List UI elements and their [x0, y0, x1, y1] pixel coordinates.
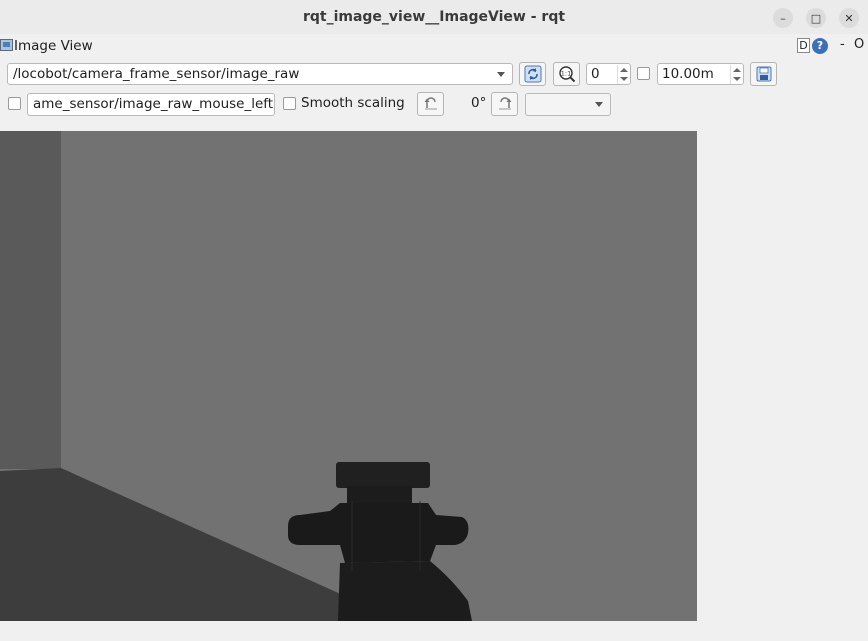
max-value-spin-arrows[interactable]: [730, 65, 742, 84]
refresh-icon: [524, 65, 541, 83]
mouse-publish-checkbox[interactable]: [8, 97, 21, 110]
minimize-plugin-button[interactable]: -: [840, 37, 845, 52]
plugin-title: Image View: [14, 38, 93, 54]
window-titlebar: rqt_image_view__ImageView - rqt – □ ✕: [0, 0, 868, 34]
spin-up-icon[interactable]: [620, 68, 628, 72]
rotate-left-button[interactable]: [417, 92, 444, 116]
spin-arrows[interactable]: [617, 65, 629, 84]
max-value: 10.00m: [662, 66, 714, 82]
spin-value: 0: [591, 66, 600, 82]
mouse-topic-input[interactable]: ame_sensor/image_raw_mouse_left: [27, 93, 275, 116]
svg-text:1:1: 1:1: [560, 70, 570, 78]
smooth-scaling-label: Smooth scaling: [301, 95, 405, 111]
rotate-right-button[interactable]: [491, 92, 518, 116]
dock-button[interactable]: D: [797, 38, 810, 53]
close-icon[interactable]: ✕: [839, 8, 859, 28]
chevron-down-icon: [497, 72, 505, 77]
minimize-icon[interactable]: –: [773, 8, 793, 28]
rotate-left-icon: [424, 97, 437, 110]
window-title: rqt_image_view__ImageView - rqt: [302, 9, 566, 25]
mouse-topic-value: ame_sensor/image_raw_mouse_left: [33, 96, 274, 112]
spin-value-input[interactable]: 0: [586, 63, 631, 85]
rotate-right-icon: [498, 97, 511, 110]
max-range-checkbox[interactable]: [637, 67, 650, 80]
maximize-icon[interactable]: □: [806, 8, 826, 28]
spin-down-icon[interactable]: [733, 77, 741, 81]
smooth-scaling-checkbox[interactable]: [283, 97, 296, 110]
rotation-select[interactable]: [525, 93, 611, 116]
topic-select[interactable]: /locobot/camera_frame_sensor/image_raw: [7, 63, 513, 85]
zoom-1-icon: 1:1: [558, 66, 575, 83]
image-view-icon: [0, 39, 13, 51]
save-icon: [756, 66, 771, 82]
help-icon[interactable]: ?: [812, 38, 828, 54]
refresh-button[interactable]: [519, 62, 546, 86]
image-display[interactable]: [0, 131, 697, 621]
max-value-input[interactable]: 10.00m: [657, 63, 744, 85]
spin-down-icon[interactable]: [620, 77, 628, 81]
chevron-down-icon: [595, 102, 603, 107]
topic-select-value: /locobot/camera_frame_sensor/image_raw: [13, 66, 300, 82]
left-wall: [0, 131, 61, 469]
rotation-value: 0°: [471, 95, 487, 111]
plugin-header: Image View D ? - O: [0, 36, 868, 58]
save-button[interactable]: [750, 62, 777, 86]
camera-image: [0, 131, 697, 621]
spin-up-icon[interactable]: [733, 68, 741, 72]
zoom-1-button[interactable]: 1:1: [553, 62, 580, 86]
close-plugin-button[interactable]: O: [854, 37, 864, 52]
